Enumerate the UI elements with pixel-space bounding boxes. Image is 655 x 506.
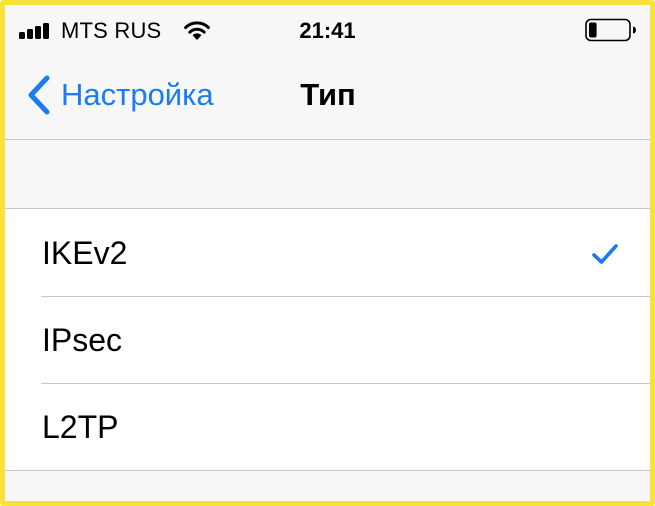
status-time: 21:41 xyxy=(299,18,356,43)
list-item-ikev2[interactable]: IKEv2 xyxy=(5,209,650,296)
list-item-ipsec[interactable]: IPsec xyxy=(5,296,650,383)
status-bar: MTS RUS 21:41 xyxy=(5,5,650,55)
page-title: Тип xyxy=(300,77,356,112)
phone-screen: MTS RUS 21:41 Настройка Тип IKEv2 IPsec … xyxy=(5,5,650,501)
screenshot-frame: MTS RUS 21:41 Настройка Тип IKEv2 IPsec … xyxy=(0,0,655,506)
list-item-label: L2TP xyxy=(42,409,119,445)
list-item-label: IPsec xyxy=(42,322,123,358)
navigation-bar: Настройка Тип xyxy=(5,55,650,140)
vpn-type-list: IKEv2 IPsec L2TP xyxy=(5,208,650,471)
checkmark-icon xyxy=(592,244,618,264)
list-item-label: IKEv2 xyxy=(42,235,128,271)
list-item-l2tp[interactable]: L2TP xyxy=(5,383,650,470)
battery-icon xyxy=(585,18,636,42)
